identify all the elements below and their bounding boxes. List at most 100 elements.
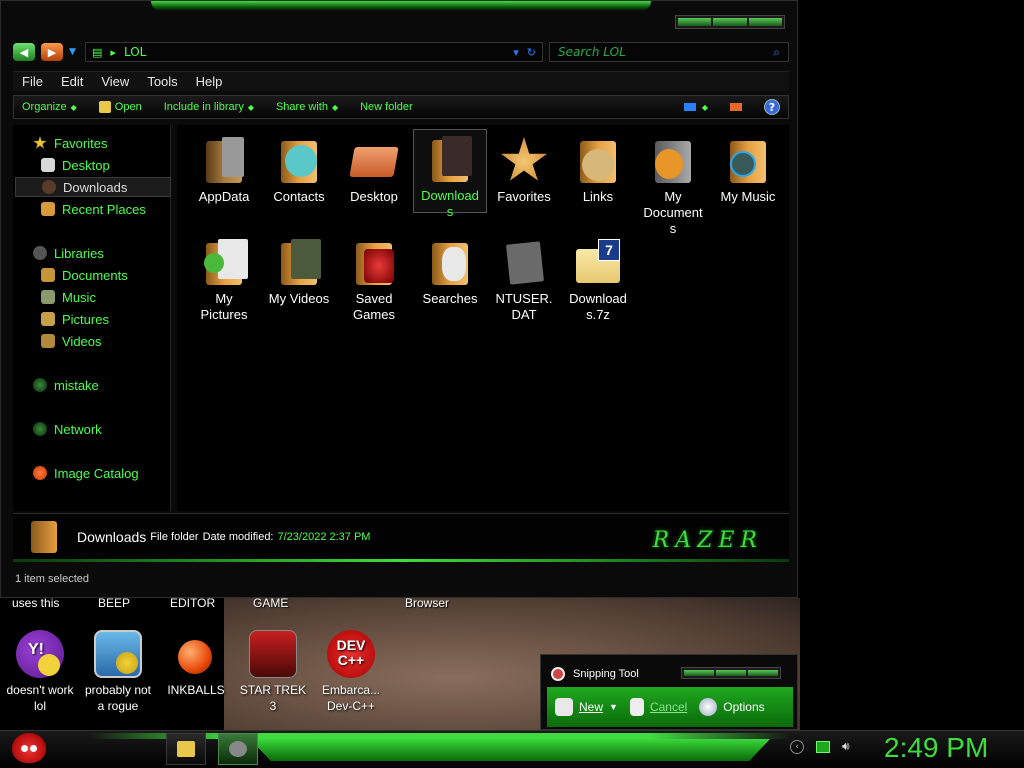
close-button[interactable] [748, 18, 782, 26]
file-item-my-documents[interactable]: My Document s [636, 131, 710, 237]
change-view-icon[interactable] [683, 103, 696, 111]
desktop-icon-label[interactable]: uses this [12, 596, 59, 610]
nav-music[interactable]: Music [41, 287, 197, 307]
file-label: Download s [421, 188, 479, 219]
devcpp-icon-text: DEV C++ [336, 637, 366, 668]
menu-view[interactable]: View [92, 74, 138, 89]
breadcrumb-chevron-icon[interactable]: ▸ [110, 46, 116, 59]
desktop-icon-label[interactable]: BEEP [98, 596, 130, 610]
file-item-searches[interactable]: Searches [413, 233, 487, 307]
share-label: Share with [275, 101, 328, 113]
nav-favorites[interactable]: Favorites [33, 133, 189, 153]
libraries-icon [33, 246, 47, 260]
nav-pictures[interactable]: Pictures [41, 309, 197, 329]
file-item-contacts[interactable]: Contacts [262, 131, 336, 205]
taskbar-snipping-button[interactable] [218, 733, 258, 765]
snip-maximize-button[interactable] [716, 670, 746, 676]
desktop-icon-yahoo[interactable]: Y! doesn't work lol [0, 630, 80, 714]
maximize-button[interactable] [713, 18, 747, 26]
recent-pages-dropdown[interactable]: ▼ [69, 47, 79, 57]
star-trek-icon [249, 630, 297, 678]
open-button[interactable]: Open [98, 101, 142, 113]
cancel-button[interactable]: Cancel [629, 698, 687, 716]
documents-folder-icon [649, 137, 697, 185]
nav-videos[interactable]: Videos [41, 331, 197, 351]
desktop-icon-label[interactable]: EDITOR [170, 596, 215, 610]
address-dropdown-icon[interactable]: ▾ [513, 46, 519, 59]
desktop-icon-startrek[interactable]: STAR TREK 3 [233, 630, 313, 714]
network-status-icon[interactable] [816, 740, 830, 753]
desktop-icon-label[interactable]: Browser [405, 596, 449, 610]
file-item-downloads-7z[interactable]: 7 Download s.7z [561, 233, 635, 323]
taskbar-explorer-button[interactable] [166, 733, 206, 765]
chevron-down-icon[interactable]: ▼ [609, 702, 618, 712]
view-dropdown-icon[interactable]: ◆ [702, 103, 708, 112]
share-with-button[interactable]: Share with ◆ [276, 101, 338, 113]
options-button[interactable]: Options [699, 698, 765, 716]
file-item-ntuser[interactable]: NTUSER. DAT [487, 233, 561, 323]
file-item-links[interactable]: Links [561, 131, 635, 205]
start-button[interactable] [6, 731, 48, 768]
file-item-my-music[interactable]: My Music [711, 131, 785, 205]
volume-icon[interactable]: 🔊︎ [842, 739, 850, 754]
desktop-icon-rogue[interactable]: probably not a rogue [78, 630, 158, 714]
file-item-desktop[interactable]: Desktop [337, 131, 411, 205]
desktop-icon-label: INKBALLS [167, 683, 225, 697]
music-icon [41, 290, 55, 304]
search-icon[interactable]: ⌕ [773, 45, 780, 60]
nav-documents[interactable]: Documents [41, 265, 197, 285]
menu-file[interactable]: File [13, 74, 52, 89]
snip-minimize-button[interactable] [684, 670, 714, 676]
search-input[interactable]: Search LOL ⌕ [549, 42, 789, 62]
menu-edit[interactable]: Edit [52, 74, 92, 89]
nav-image-catalog[interactable]: Image Catalog [33, 463, 189, 483]
homegroup-icon [33, 378, 47, 392]
favorites-folder-icon [500, 137, 548, 185]
ball-shape [178, 640, 212, 674]
desktop-icon-inkballs[interactable]: INKBALLS [156, 630, 236, 698]
minimize-button[interactable] [678, 18, 712, 26]
file-item-favorites[interactable]: Favorites [487, 131, 561, 205]
organize-button[interactable]: Organize ◆ [22, 101, 77, 113]
razer-logo: RAZER [652, 528, 763, 553]
explorer-window: ◀ ▶ ▼ ▤ ▸ LOL ▾ ↻ Search LOL ⌕ File Edit… [0, 0, 798, 598]
menu-help[interactable]: Help [187, 74, 232, 89]
show-hidden-icons[interactable]: ‹ [790, 739, 804, 754]
file-item-my-videos[interactable]: My Videos [262, 233, 336, 307]
nav-label: Pictures [62, 311, 109, 327]
nav-desktop[interactable]: Desktop [41, 155, 197, 175]
new-snip-button[interactable]: New ▼ [555, 698, 618, 716]
include-in-library-button[interactable]: Include in library ◆ [164, 101, 254, 113]
help-icon[interactable]: ? [764, 99, 780, 115]
desktop-icon-label[interactable]: GAME [253, 596, 288, 610]
nav-recent-places[interactable]: Recent Places [41, 199, 197, 219]
back-button[interactable]: ◀ [13, 43, 35, 61]
refresh-icon[interactable]: ↻ [527, 46, 536, 59]
file-label: Saved Games [353, 291, 395, 322]
nav-network[interactable]: Network [33, 419, 189, 439]
file-item-saved-games[interactable]: Saved Games [337, 233, 411, 323]
snipping-toolbar: New ▼ Cancel Options [547, 687, 793, 727]
selected-folder-icon [31, 521, 57, 553]
nav-mistake[interactable]: mistake [33, 375, 189, 395]
file-item-downloads[interactable]: Download s [413, 129, 487, 219]
file-item-appdata[interactable]: AppData [187, 131, 261, 205]
forward-button[interactable]: ▶ [41, 43, 63, 61]
new-folder-button[interactable]: New folder [360, 101, 413, 113]
nav-downloads[interactable]: Downloads [15, 177, 171, 197]
gear-icon [116, 652, 138, 674]
nav-label: mistake [54, 377, 99, 393]
snipping-title-text: Snipping Tool [573, 668, 639, 680]
status-text: 1 item selected [15, 573, 89, 585]
file-label: AppData [198, 189, 250, 204]
desktop-icon-devcpp[interactable]: DEV C++ Embarca... Dev-C++ [311, 630, 391, 714]
preview-pane-icon[interactable] [730, 103, 742, 111]
menu-tools[interactable]: Tools [138, 74, 186, 89]
nav-libraries[interactable]: Libraries [33, 243, 189, 263]
file-item-my-pictures[interactable]: My Pictures [187, 233, 261, 323]
file-label: Searches [422, 291, 478, 306]
snip-close-button[interactable] [748, 670, 778, 676]
address-bar[interactable]: ▤ ▸ LOL ▾ ↻ [85, 42, 543, 62]
accent-line [13, 559, 789, 562]
clock[interactable]: 2:49 PM [884, 732, 988, 764]
